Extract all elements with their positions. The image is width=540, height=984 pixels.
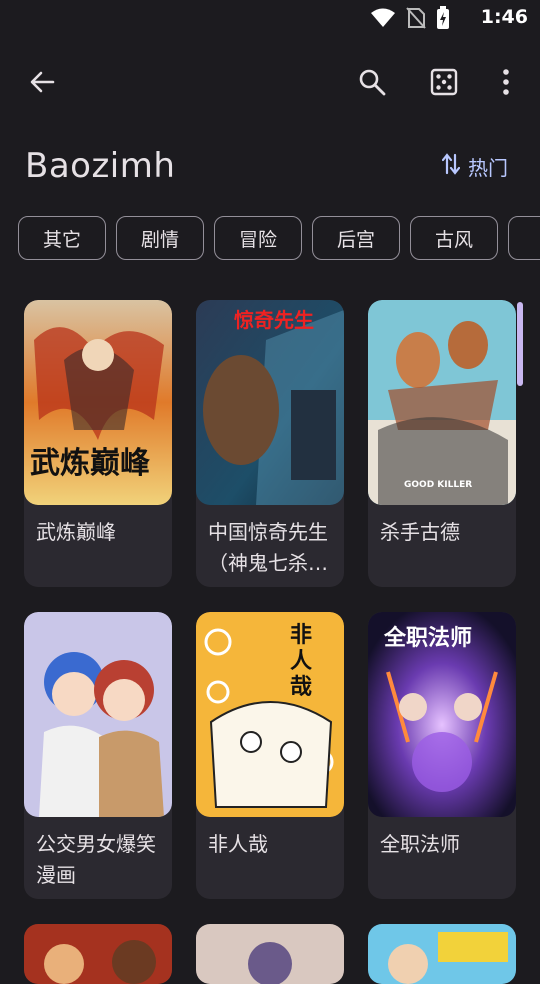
cover-title-art: GOOD KILLER: [404, 480, 473, 490]
search-button[interactable]: [348, 60, 396, 108]
comic-card-partial[interactable]: [24, 924, 172, 984]
cover-title-art: 全职法师: [384, 625, 473, 651]
genre-chip[interactable]: 剧情: [116, 216, 204, 260]
no-sim-icon: [406, 7, 426, 33]
comic-cover: GOOD KILLER: [368, 300, 516, 505]
back-button[interactable]: [18, 60, 66, 108]
cover-title-art: 武炼巅峰: [30, 446, 150, 481]
clock: 1:46: [480, 6, 528, 28]
genre-chip[interactable]: 古风: [410, 216, 498, 260]
more-icon: [502, 68, 510, 100]
comic-title: 公交男女爆笑漫画: [36, 832, 156, 887]
comic-cover: [24, 924, 172, 984]
sort-button[interactable]: 热门: [441, 152, 508, 181]
comic-title: 杀手古德: [380, 520, 460, 544]
battery-charging-icon: [436, 6, 450, 34]
genre-chip[interactable]: 冒险: [214, 216, 302, 260]
dice-icon: [430, 68, 458, 100]
comic-card[interactable]: GOOD KILLER 杀手古德: [368, 300, 516, 587]
wifi-icon: [370, 7, 396, 33]
cover-title-art: 惊奇先生: [234, 308, 314, 332]
genre-chip-row: 其它 剧情 冒险 后宫 古风: [18, 216, 540, 264]
comic-title: 武炼巅峰: [36, 520, 116, 544]
comic-cover: [196, 924, 344, 984]
status-bar: 1:46: [0, 0, 540, 36]
comic-card[interactable]: 非人哉 非人哉: [196, 612, 344, 899]
comic-card[interactable]: 公交男女爆笑漫画: [24, 612, 172, 899]
comic-title: 全职法师: [380, 832, 460, 856]
more-options-button[interactable]: [482, 60, 530, 108]
scrollbar[interactable]: [517, 302, 523, 386]
comic-title: 非人哉: [208, 832, 268, 856]
genre-chip[interactable]: 其它: [18, 216, 106, 260]
comic-card-partial[interactable]: [196, 924, 344, 984]
comic-card[interactable]: 惊奇先生 中国惊奇先生（神鬼七杀令）: [196, 300, 344, 587]
source-title: Baozimh: [25, 146, 176, 186]
comic-card[interactable]: 武炼巅峰 武炼巅峰: [24, 300, 172, 587]
genre-chip[interactable]: [508, 216, 540, 260]
sort-label: 热门: [468, 156, 508, 180]
random-button[interactable]: [420, 60, 468, 108]
cover-title-art: 非人哉: [290, 622, 313, 700]
comic-cover: [24, 612, 172, 817]
comic-card-partial[interactable]: [368, 924, 516, 984]
status-icons: [370, 6, 450, 34]
back-icon: [29, 69, 55, 99]
sort-icon: [441, 153, 461, 180]
comic-cover: [368, 924, 516, 984]
search-icon: [358, 68, 386, 100]
comic-cover: 非人哉: [196, 612, 344, 817]
comic-cover: 武炼巅峰: [24, 300, 172, 505]
comic-cover: 惊奇先生: [196, 300, 344, 505]
comic-cover: 全职法师: [368, 612, 516, 817]
genre-chip[interactable]: 后宫: [312, 216, 400, 260]
comic-title: 中国惊奇先生（神鬼七杀令）: [208, 520, 328, 575]
comic-card[interactable]: 全职法师 全职法师: [368, 612, 516, 899]
app-bar: [0, 52, 540, 116]
